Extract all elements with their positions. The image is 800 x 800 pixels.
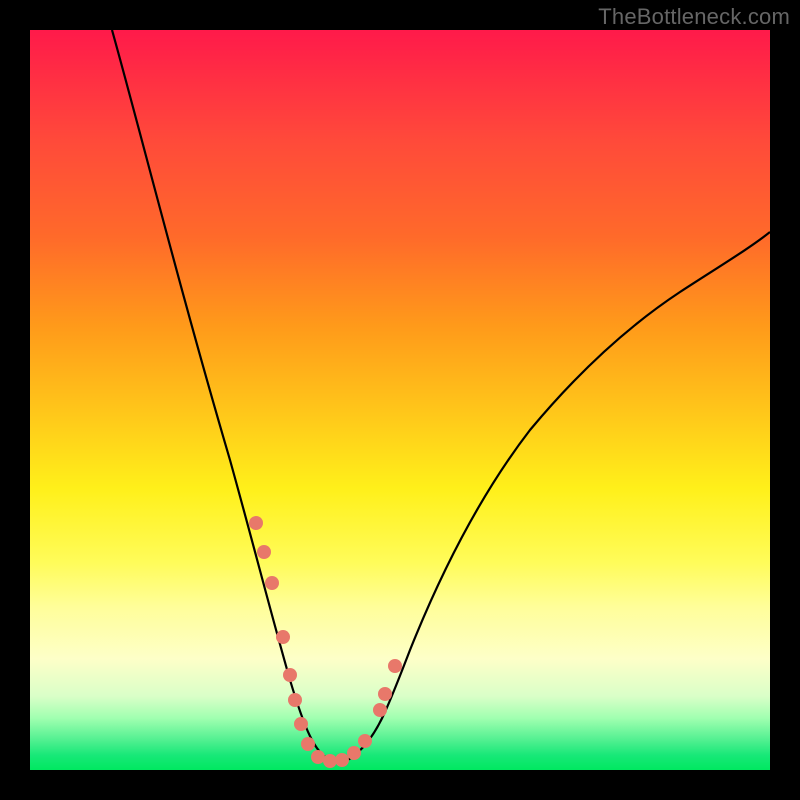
watermark-text: TheBottleneck.com bbox=[598, 4, 790, 30]
optimal-range-markers bbox=[249, 516, 402, 768]
bottleneck-curve bbox=[112, 30, 770, 762]
outer-frame: TheBottleneck.com bbox=[0, 0, 800, 800]
chart-plot-area bbox=[30, 30, 770, 770]
chart-svg bbox=[30, 30, 770, 770]
